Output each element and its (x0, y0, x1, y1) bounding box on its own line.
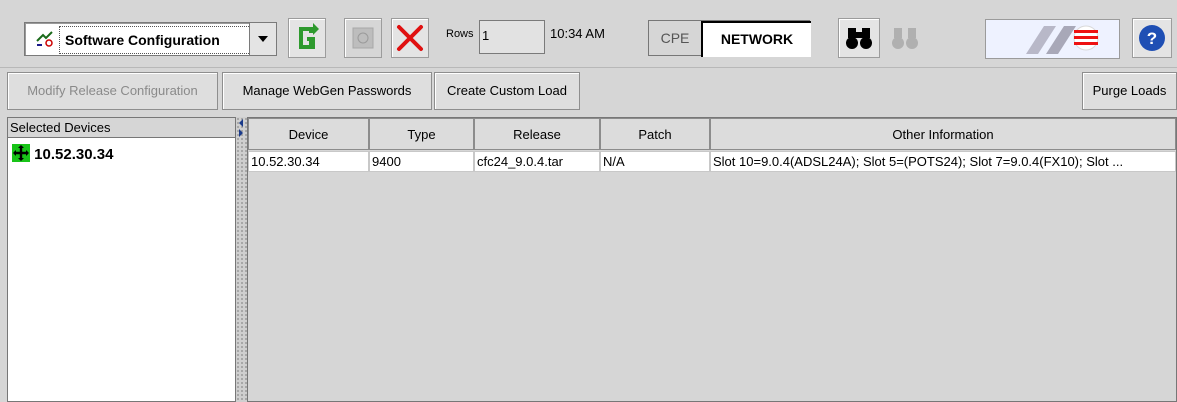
column-header-patch[interactable]: Patch (600, 118, 710, 150)
view-toggle: CPE NETWORK (648, 20, 811, 57)
svg-text:?: ? (1147, 29, 1157, 48)
modify-release-button[interactable]: Modify Release Configuration (7, 72, 218, 110)
split-pane-divider[interactable] (236, 117, 247, 402)
column-header-other-information[interactable]: Other Information (710, 118, 1176, 150)
create-custom-load-button[interactable]: Create Custom Load (434, 72, 580, 110)
binoculars-disabled-icon (892, 28, 918, 49)
purge-loads-button[interactable]: Purge Loads (1082, 72, 1177, 110)
cpe-tab[interactable]: CPE (649, 21, 701, 55)
device-icon (12, 144, 30, 162)
help-button[interactable]: ? (1132, 18, 1172, 58)
cell-device: 10.52.30.34 (248, 151, 369, 172)
selected-devices-header: Selected Devices (8, 118, 235, 138)
config-icon (36, 31, 53, 47)
device-list-item[interactable]: 10.52.30.34 (12, 144, 113, 163)
find-next-button[interactable] (884, 18, 926, 58)
stop-button[interactable] (344, 18, 382, 58)
module-select-value: Software Configuration (65, 32, 220, 48)
collapse-arrows-icon[interactable] (236, 117, 247, 137)
selected-devices-panel: Selected Devices 10.52.30.34 (7, 117, 236, 402)
stop-icon (352, 27, 374, 49)
find-button[interactable] (838, 18, 880, 58)
close-icon (397, 25, 423, 51)
logo-mark (1026, 25, 1099, 54)
refresh-icon (299, 23, 319, 49)
column-header-release[interactable]: Release (474, 118, 600, 150)
manage-passwords-button[interactable]: Manage WebGen Passwords (222, 72, 432, 110)
release-table: Device Type Release Patch Other Informat… (247, 117, 1177, 402)
chevron-down-icon (258, 36, 268, 42)
column-header-device[interactable]: Device (248, 118, 369, 150)
help-icon: ? (1139, 25, 1165, 51)
module-select[interactable]: Software Configuration (24, 22, 277, 56)
dropdown-button[interactable] (249, 23, 276, 55)
close-button[interactable] (391, 18, 429, 58)
cell-patch: N/A (600, 151, 710, 172)
rows-label: Rows (446, 28, 474, 40)
rows-input[interactable]: 1 (479, 20, 545, 54)
refresh-button[interactable] (288, 18, 326, 58)
table-header: Device Type Release Patch Other Informat… (248, 118, 1176, 150)
cell-other-information: Slot 10=9.0.4(ADSL24A); Slot 5=(POTS24);… (710, 151, 1176, 172)
clock: 10:34 AM (550, 26, 605, 41)
network-tab[interactable]: NETWORK (701, 21, 811, 57)
column-header-type[interactable]: Type (369, 118, 474, 150)
cell-release: cfc24_9.0.4.tar (474, 151, 600, 172)
vendor-logo (985, 19, 1120, 59)
binoculars-icon (846, 28, 872, 49)
device-label: 10.52.30.34 (34, 146, 114, 163)
cell-type: 9400 (369, 151, 474, 172)
